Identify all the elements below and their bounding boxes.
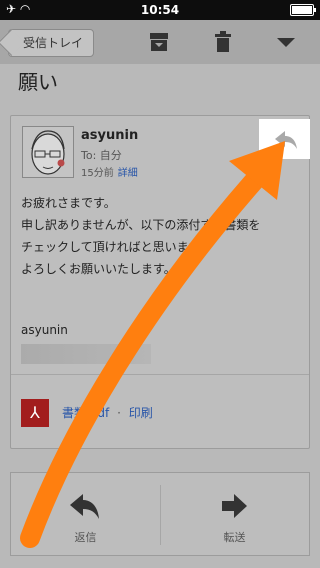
body-line: チェックして頂ければと思います。 — [21, 240, 212, 254]
pdf-icon: ⅄ — [21, 399, 49, 427]
message-meta: 15分前 詳細 — [81, 164, 138, 179]
forward-label: 転送 — [223, 531, 246, 544]
back-button-label: 受信トレイ — [23, 36, 84, 50]
body-line: よろしくお願いいたします。 — [21, 262, 176, 276]
redacted-text — [21, 344, 151, 364]
trash-icon[interactable] — [211, 31, 235, 53]
forward-action-button[interactable]: 転送 — [160, 473, 309, 555]
sender-name: asyunin — [81, 128, 139, 143]
body-line: お疲れさまです。 — [21, 196, 116, 210]
recipient-line: To: 自分 — [81, 149, 122, 162]
message-body: お疲れさまです。 申し訳ありませんが、以下の添付する書類を チェックして頂ければ… — [21, 192, 306, 280]
print-link[interactable]: 印刷 — [129, 406, 153, 420]
sender-avatar — [22, 126, 74, 178]
reply-icon — [275, 131, 297, 149]
reply-button[interactable] — [259, 119, 310, 159]
attachment-line: 書類.pdf · 印刷 — [62, 404, 153, 421]
back-to-inbox-button[interactable]: 受信トレイ — [8, 29, 95, 57]
status-bar: ✈ ◠ 10:54 — [0, 0, 320, 20]
email-subject: 願い — [18, 70, 58, 94]
body-line: 申し訳ありませんが、以下の添付する書類を — [21, 218, 261, 232]
message-card: asyunin To: 自分 15分前 詳細 お疲れさまです。 申し訳ありませんが… — [10, 115, 310, 449]
signature: asyunin — [21, 323, 68, 337]
reply-arrow-icon — [70, 494, 99, 519]
forward-arrow-icon — [222, 494, 247, 518]
reply-label: 返信 — [74, 531, 97, 544]
details-link[interactable]: 詳細 — [118, 168, 138, 179]
toolbar: 受信トレイ — [0, 20, 320, 64]
divider — [11, 374, 309, 375]
separator: · — [117, 406, 121, 420]
message-time: 15分前 — [81, 168, 114, 179]
attachment-name[interactable]: 書類.pdf — [62, 406, 109, 420]
archive-icon[interactable] — [147, 31, 171, 53]
more-menu-chevron-icon[interactable] — [274, 31, 298, 53]
reply-action-button[interactable]: 返信 — [11, 473, 160, 555]
action-bar: 返信 転送 — [10, 472, 310, 556]
status-time: 10:54 — [140, 3, 180, 17]
battery-icon — [290, 4, 316, 16]
